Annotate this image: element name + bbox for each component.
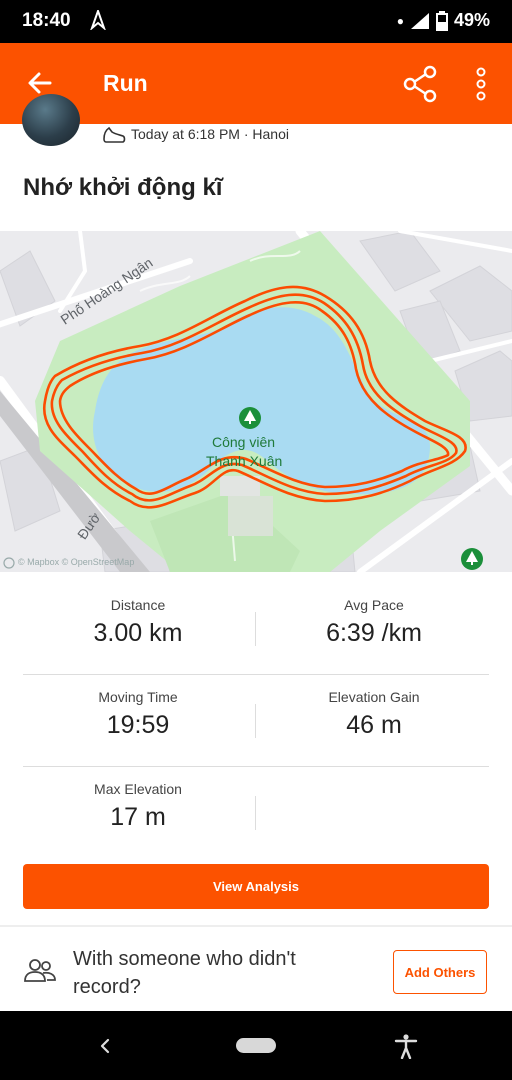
nav-back-icon[interactable] <box>96 1035 114 1057</box>
divider <box>255 796 256 830</box>
avatar[interactable] <box>22 94 80 146</box>
activity-meta: Today at 6:18 PM · Hanoi <box>131 126 289 142</box>
nav-home-pill[interactable] <box>236 1038 276 1053</box>
accessibility-icon[interactable] <box>393 1033 419 1059</box>
stat-value: 19:59 <box>106 711 170 739</box>
map-attribution[interactable]: © Mapbox © OpenStreetMap <box>18 557 134 567</box>
stat-avg-pace: Avg Pace 6:39 /km <box>264 597 484 648</box>
stat-label: Avg Pace <box>344 597 404 613</box>
stat-label: Moving Time <box>98 689 178 705</box>
stat-label: Distance <box>110 597 166 613</box>
battery-percent: 49% <box>453 10 490 30</box>
shoe-icon <box>103 126 126 143</box>
stat-moving-time: Moving Time 19:59 <box>28 689 248 740</box>
share-icon[interactable] <box>402 65 438 103</box>
add-others-prompt: With someone who didn't record? <box>73 948 296 998</box>
stat-max-elevation: Max Elevation 17 m <box>28 781 248 832</box>
park-label-line2: Thanh Xuân <box>206 453 283 469</box>
stat-distance: Distance 3.00 km <box>28 597 248 648</box>
status-indicators: ● 49% <box>397 10 490 31</box>
stat-value: 46 m <box>346 711 402 739</box>
stat-value: 17 m <box>110 803 166 831</box>
stat-elevation-gain: Elevation Gain 46 m <box>264 689 484 740</box>
activity-header: Today at 6:18 PM · Hanoi Nhớ khởi động k… <box>0 94 512 230</box>
people-icon <box>24 959 56 982</box>
divider <box>23 674 489 675</box>
battery-icon <box>435 10 448 31</box>
park-pin-icon-secondary <box>461 548 483 570</box>
map-canvas <box>0 231 512 572</box>
more-vert-icon[interactable] <box>466 65 496 103</box>
stat-label: Max Elevation <box>94 781 182 797</box>
stat-value: 6:39 /km <box>326 619 422 647</box>
view-analysis-button[interactable]: View Analysis <box>23 864 489 909</box>
divider <box>255 704 256 738</box>
activity-title: Nhớ khởi động kĩ <box>23 174 223 201</box>
park-label-line1: Công viên <box>212 434 276 450</box>
navigation-icon <box>90 10 106 30</box>
park-pin-icon <box>239 407 261 429</box>
status-time: 18:40 <box>22 10 71 31</box>
signal-icon <box>410 12 429 29</box>
add-others-button[interactable]: Add Others <box>393 950 487 994</box>
status-bar: 18:40 ● 49% <box>0 0 512 43</box>
divider <box>23 766 489 767</box>
stats-grid: Distance 3.00 km Avg Pace 6:39 /km Movin… <box>0 572 512 864</box>
stat-value: 3.00 km <box>93 619 183 647</box>
route-map[interactable]: Phố Hoàng Ngân Đườ Công viên Thanh Xuân … <box>0 231 512 572</box>
divider <box>255 612 256 646</box>
add-others-row: With someone who didn't record? Add Othe… <box>0 927 512 1011</box>
system-nav-bar <box>0 1011 512 1080</box>
page-title: Run <box>103 70 148 96</box>
dot-icon: ● <box>396 13 404 28</box>
stat-label: Elevation Gain <box>328 689 420 705</box>
